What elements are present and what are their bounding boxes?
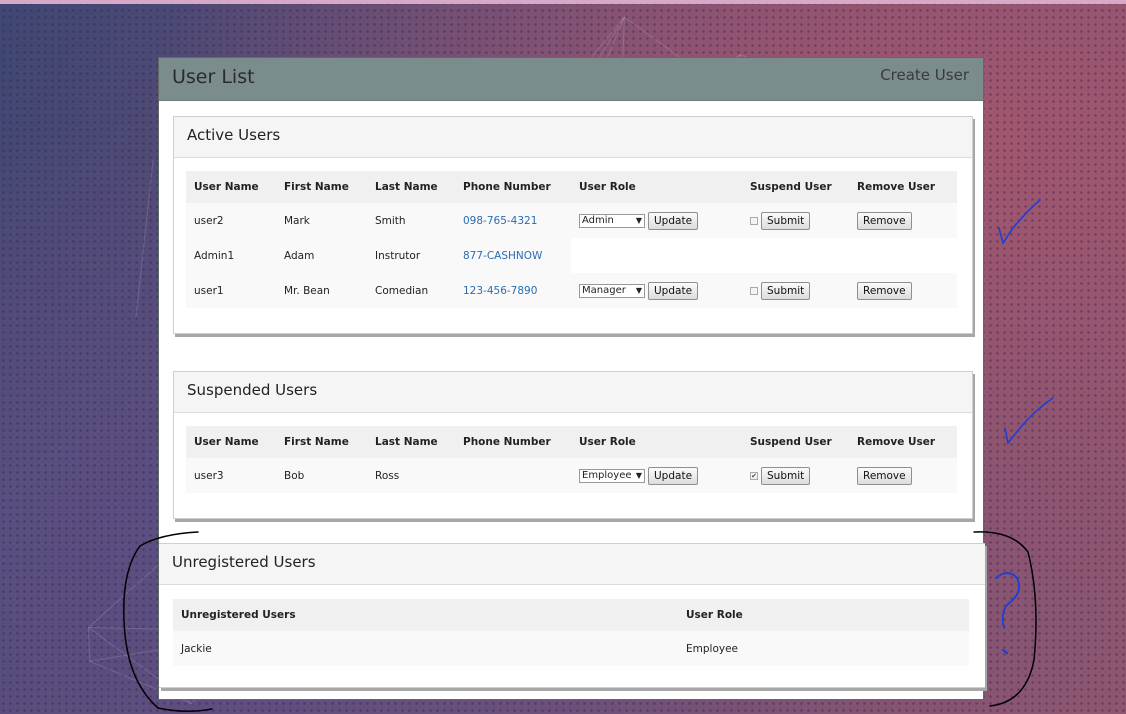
phone-link[interactable]: 877-CASHNOW [463, 250, 542, 262]
cell-last-name: Comedian [367, 273, 455, 308]
remove-button[interactable]: Remove [857, 466, 912, 485]
table-header-row: User Name First Name Last Name Phone Num… [186, 171, 957, 203]
col-phone-number: Phone Number [455, 171, 571, 203]
col-remove-user: Remove User [849, 426, 957, 458]
dropdown-arrow-icon: ▼ [635, 215, 642, 225]
remove-button[interactable]: Remove [857, 281, 912, 300]
cell-username: Admin1 [186, 238, 276, 273]
update-button[interactable]: Update [648, 281, 699, 300]
role-select[interactable]: Admin ▼ [579, 213, 645, 228]
cell-username: user3 [186, 458, 276, 493]
role-select[interactable]: Manager ▼ [579, 283, 645, 298]
remove-button[interactable]: Remove [857, 211, 912, 230]
table-row: user3 Bob Ross Employee ▼ Update ✔ Submit R… [186, 458, 957, 493]
cell-last-name: Ross [367, 458, 455, 493]
col-user-role: User Role [678, 599, 969, 631]
cell-name: Jackie [173, 631, 678, 666]
dropdown-arrow-icon: ▼ [635, 470, 642, 480]
table-row: Jackie Employee [173, 631, 969, 666]
col-last-name: Last Name [367, 171, 455, 203]
unregistered-users-table: Unregistered Users User Role Jackie Empl… [173, 599, 969, 666]
cell-first-name: Mr. Bean [276, 273, 367, 308]
col-last-name: Last Name [367, 426, 455, 458]
cell-first-name: Mark [276, 203, 367, 238]
update-button[interactable]: Update [648, 466, 699, 485]
user-list-panel: User List Create User Active Users User … [158, 57, 985, 700]
cell-first-name: Bob [276, 458, 367, 493]
col-user-role: User Role [571, 171, 742, 203]
cell-phone [455, 458, 571, 493]
suspended-users-heading: Suspended Users [174, 372, 972, 413]
col-phone-number: Phone Number [455, 426, 571, 458]
cell-username: user1 [186, 273, 276, 308]
page-title: User List [172, 66, 255, 88]
active-users-heading: Active Users [174, 117, 972, 158]
suspend-checkbox[interactable] [750, 216, 758, 225]
col-user-role: User Role [571, 426, 742, 458]
suspend-checkbox-checked[interactable]: ✔ [750, 471, 758, 480]
table-header-row: User Name First Name Last Name Phone Num… [186, 426, 957, 458]
col-user-name: User Name [186, 171, 276, 203]
cell-last-name: Smith [367, 203, 455, 238]
col-user-name: User Name [186, 426, 276, 458]
table-row: user1 Mr. Bean Comedian 123-456-7890 Man… [186, 273, 957, 308]
phone-link[interactable]: 098-765-4321 [463, 215, 537, 227]
col-suspend-user: Suspend User [742, 426, 849, 458]
update-button[interactable]: Update [648, 211, 699, 230]
phone-link[interactable]: 123-456-7890 [463, 285, 537, 297]
panel-header: User List Create User [159, 58, 983, 101]
table-row: user2 Mark Smith 098-765-4321 Admin ▼ Upda… [186, 203, 957, 238]
active-users-table: User Name First Name Last Name Phone Num… [186, 171, 957, 308]
cell-username: user2 [186, 203, 276, 238]
role-select-value: Admin [582, 214, 614, 226]
cell-first-name: Adam [276, 238, 367, 273]
role-select[interactable]: Employee ▼ [579, 468, 645, 483]
submit-button[interactable]: Submit [761, 466, 811, 485]
unregistered-users-card: Unregistered Users Unregistered Users Us… [159, 543, 985, 688]
col-remove-user: Remove User [849, 171, 957, 203]
dropdown-arrow-icon: ▼ [635, 285, 642, 295]
active-users-card: Active Users User Name First Name Last N… [173, 116, 973, 334]
col-first-name: First Name [276, 426, 367, 458]
col-first-name: First Name [276, 171, 367, 203]
submit-button[interactable]: Submit [761, 211, 811, 230]
role-select-value: Manager [582, 284, 626, 296]
unregistered-users-heading: Unregistered Users [159, 544, 985, 585]
table-header-row: Unregistered Users User Role [173, 599, 969, 631]
create-user-link[interactable]: Create User [880, 66, 969, 84]
cell-role: Employee [678, 631, 969, 666]
role-select-value: Employee [582, 469, 632, 481]
suspend-checkbox[interactable] [750, 286, 758, 295]
cell-last-name: Instrutor [367, 238, 455, 273]
submit-button[interactable]: Submit [761, 281, 811, 300]
col-suspend-user: Suspend User [742, 171, 849, 203]
suspended-users-table: User Name First Name Last Name Phone Num… [186, 426, 957, 493]
table-row: Admin1 Adam Instrutor 877-CASHNOW [186, 238, 957, 273]
col-unregistered-users: Unregistered Users [173, 599, 678, 631]
suspended-users-card: Suspended Users User Name First Name Las… [173, 371, 973, 519]
